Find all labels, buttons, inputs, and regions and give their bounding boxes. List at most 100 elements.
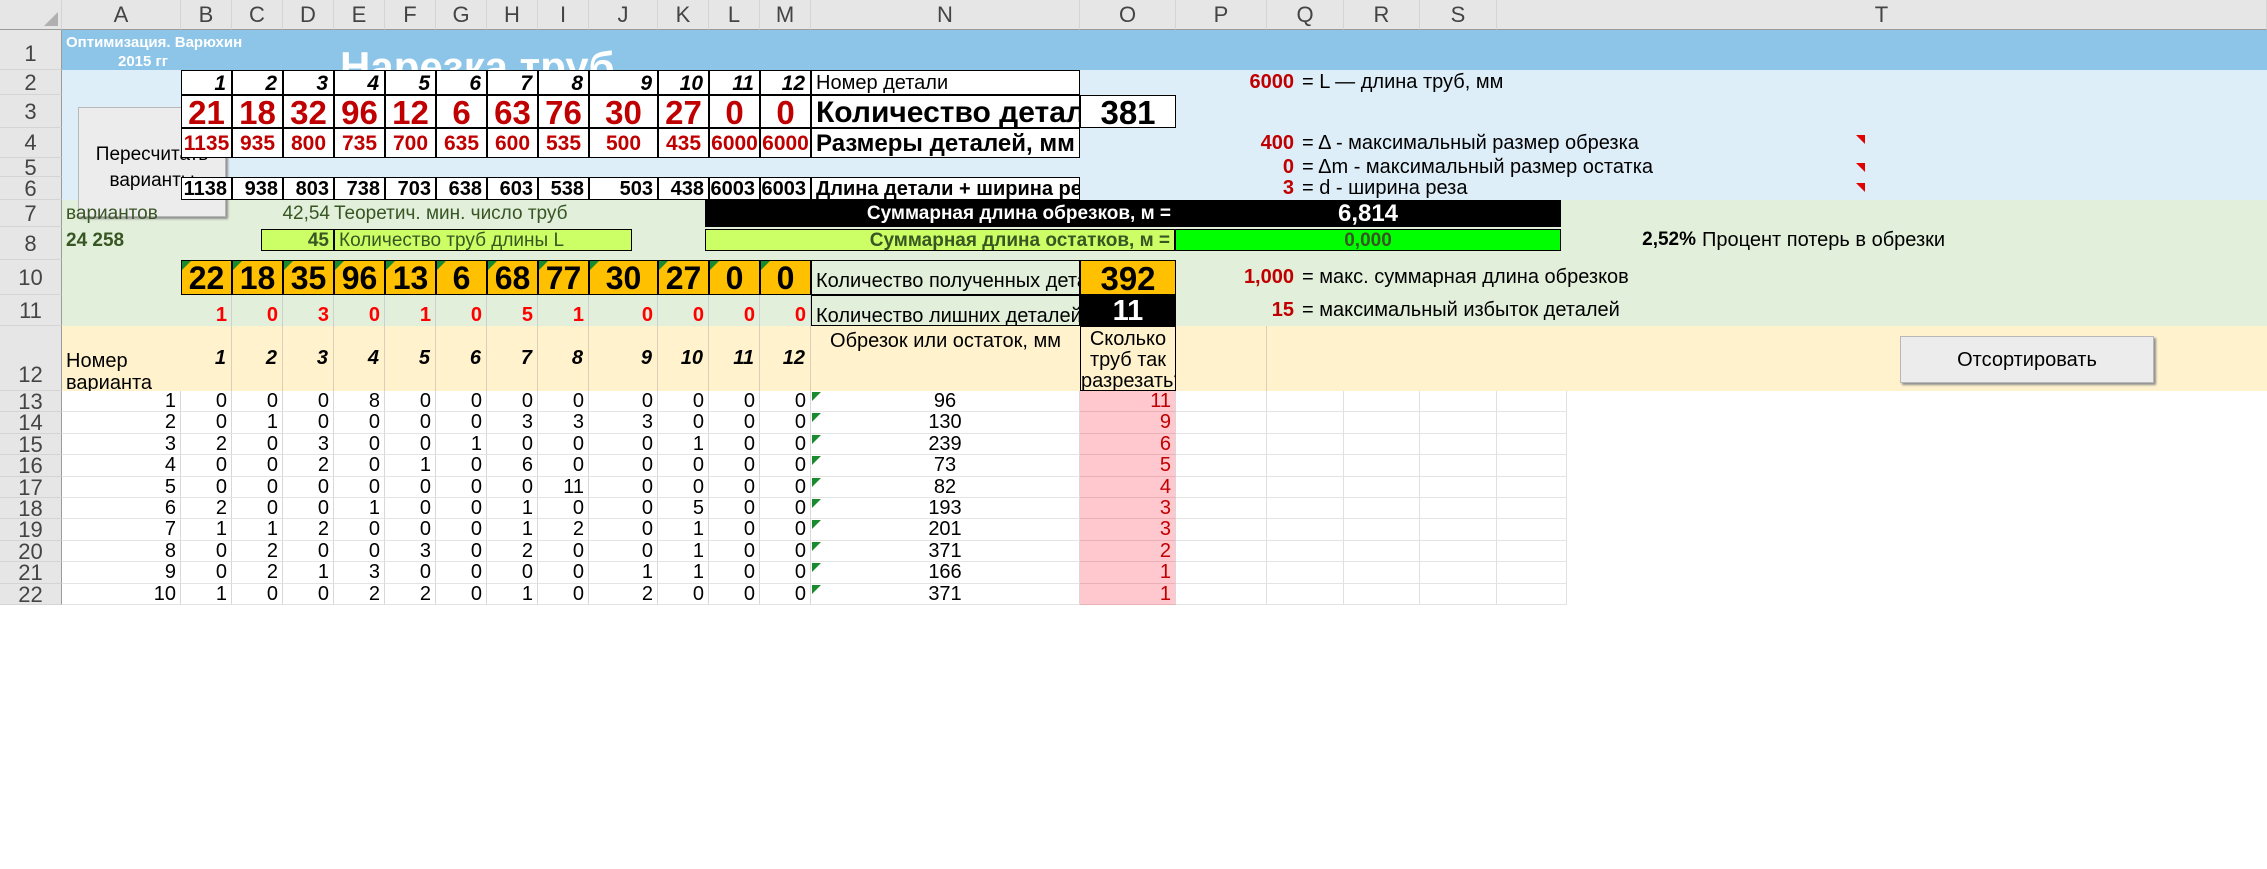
part-size[interactable]: 500 — [589, 128, 658, 158]
variant-cell: 1 — [385, 455, 436, 477]
part-quantity[interactable]: 30 — [589, 95, 658, 128]
part-size[interactable]: 435 — [658, 128, 709, 158]
column-header-k[interactable]: K — [658, 0, 709, 30]
row-header-4[interactable]: 4 — [0, 128, 62, 158]
variant-cell: 0 — [487, 433, 538, 456]
column-header-t[interactable]: T — [1497, 0, 2267, 30]
formula-indicator — [539, 261, 548, 270]
column-header-i[interactable]: I — [538, 0, 589, 30]
row-header-19[interactable]: 19 — [0, 519, 62, 541]
part-quantity[interactable]: 21 — [181, 95, 232, 128]
part-quantity[interactable]: 0 — [709, 95, 760, 128]
empty-cell — [1267, 562, 1344, 584]
row-header-14[interactable]: 14 — [0, 412, 62, 434]
empty-cell — [1344, 498, 1420, 520]
comment-indicator[interactable] — [1856, 163, 1865, 172]
part-quantity[interactable]: 12 — [385, 95, 436, 128]
column-header-r[interactable]: R — [1344, 0, 1420, 30]
column-header-c[interactable]: C — [232, 0, 283, 30]
row-header-15[interactable]: 15 — [0, 433, 62, 456]
param-value[interactable]: 3 — [1176, 177, 1302, 200]
part-quantity[interactable]: 76 — [538, 95, 589, 128]
part-size[interactable]: 800 — [283, 128, 334, 158]
part-quantity[interactable]: 18 — [232, 95, 283, 128]
part-size[interactable]: 635 — [436, 128, 487, 158]
row-header-21[interactable]: 21 — [0, 561, 62, 584]
part-size[interactable]: 6000 — [709, 128, 760, 158]
param-label: = Δ - максимальный размер обрезка — [1302, 132, 1639, 154]
column-header-g[interactable]: G — [436, 0, 487, 30]
row-header-1[interactable]: 1 — [0, 30, 62, 70]
column-header-h[interactable]: H — [487, 0, 538, 30]
column-header-f[interactable]: F — [385, 0, 436, 30]
comment-indicator[interactable] — [1856, 135, 1865, 144]
row-header-11[interactable]: 11 — [0, 295, 62, 326]
column-header-o[interactable]: O — [1080, 0, 1176, 30]
row-header-17[interactable]: 17 — [0, 476, 62, 498]
column-header-s[interactable]: S — [1420, 0, 1497, 30]
column-header-a[interactable]: A — [62, 0, 181, 30]
row-header-22[interactable]: 22 — [0, 583, 62, 605]
row-header-3[interactable]: 3 — [0, 95, 62, 128]
row-header-5[interactable]: 5 — [0, 157, 62, 179]
row-header-2[interactable]: 2 — [0, 70, 62, 95]
column-header-l[interactable]: L — [709, 0, 760, 30]
part-quantity[interactable]: 63 — [487, 95, 538, 128]
part-number: 11 — [709, 70, 760, 95]
column-header-p[interactable]: P — [1176, 0, 1267, 30]
empty-cell — [1420, 498, 1497, 520]
row-header-18[interactable]: 18 — [0, 497, 62, 520]
part-size[interactable]: 935 — [232, 128, 283, 158]
column-header-j[interactable]: J — [589, 0, 658, 30]
part-size[interactable]: 6000 — [760, 128, 811, 158]
how-many-value: 1 — [1080, 562, 1176, 584]
part-quantity[interactable]: 0 — [760, 95, 811, 128]
pipes-count-value[interactable]: 45 — [261, 229, 334, 251]
row-header-20[interactable]: 20 — [0, 540, 62, 563]
part-size[interactable]: 600 — [487, 128, 538, 158]
part-quantity[interactable]: 96 — [334, 95, 385, 128]
comment-indicator[interactable] — [1856, 183, 1865, 192]
remainder-sum-label: Суммарная длина остатков, м = — [705, 229, 1175, 251]
param-value[interactable]: 6000 — [1176, 70, 1302, 95]
part-size[interactable]: 1135 — [181, 128, 232, 158]
part-size[interactable]: 700 — [385, 128, 436, 158]
param-label: = Δm - максимальный размер остатка — [1302, 156, 1654, 178]
column-header-q[interactable]: Q — [1267, 0, 1344, 30]
sort-button[interactable]: Отсортировать — [1900, 336, 2154, 383]
row-header-6[interactable]: 6 — [0, 177, 62, 200]
variant-cell: 2 — [181, 498, 232, 520]
part-number: 1 — [181, 70, 232, 95]
part-quantity[interactable]: 27 — [658, 95, 709, 128]
remainder-sum-value: 0,000 — [1175, 229, 1561, 251]
trim-value: 130 — [811, 412, 1080, 434]
row-header-10[interactable]: 10 — [0, 260, 62, 295]
row-header-8[interactable]: 8 — [0, 227, 62, 260]
param-label: = d - ширина реза — [1302, 177, 1468, 199]
row-header-12[interactable]: 12 — [0, 326, 62, 391]
row-header-13[interactable]: 13 — [0, 390, 62, 413]
variant-cell: 0 — [283, 476, 334, 498]
row-header-7[interactable]: 7 — [0, 200, 62, 227]
column-header-d[interactable]: D — [283, 0, 334, 30]
param-label: = макс. суммарная длина обрезков — [1302, 266, 1629, 288]
param-value[interactable]: 400 — [1176, 128, 1302, 158]
param-value[interactable]: 1,000 — [1176, 260, 1302, 295]
part-quantity[interactable]: 6 — [436, 95, 487, 128]
param-value[interactable]: 0 — [1176, 158, 1302, 177]
part-length-with-cut: 603 — [487, 177, 538, 200]
part-size[interactable]: 735 — [334, 128, 385, 158]
column-header-n[interactable]: N — [811, 0, 1080, 30]
row-header-16[interactable]: 16 — [0, 454, 62, 477]
trim-value: 166 — [811, 562, 1080, 584]
column-header-m[interactable]: M — [760, 0, 811, 30]
trim-sum-value: 6,814 — [1175, 200, 1561, 227]
column-header-e[interactable]: E — [334, 0, 385, 30]
param-value[interactable]: 15 — [1176, 295, 1302, 326]
part-quantity[interactable]: 32 — [283, 95, 334, 128]
variant-cell: 0 — [334, 412, 385, 434]
variant-cell: 0 — [709, 455, 760, 477]
column-header-b[interactable]: B — [181, 0, 232, 30]
empty-cell — [1344, 476, 1420, 498]
part-size[interactable]: 535 — [538, 128, 589, 158]
